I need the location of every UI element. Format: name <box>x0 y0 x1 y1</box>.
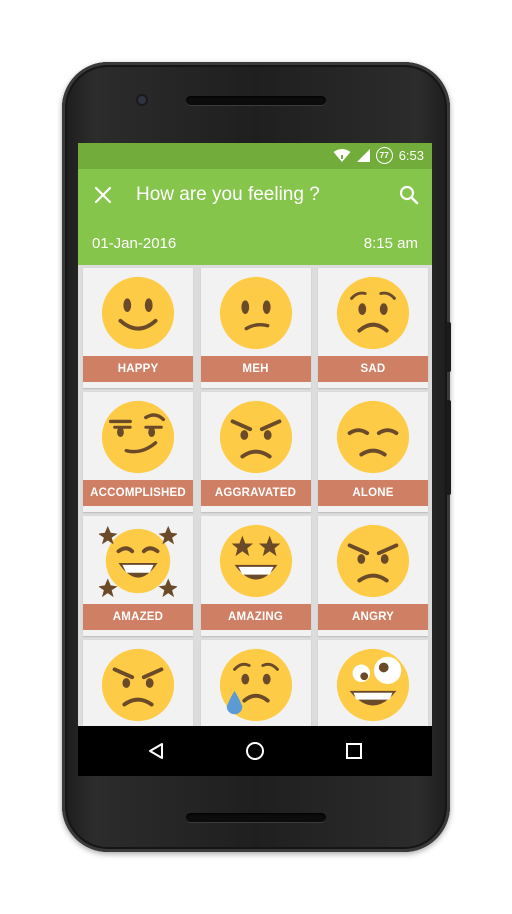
sad-face-icon <box>336 276 410 350</box>
star-struck-laughing-face-icon <box>99 525 177 598</box>
mood-tile[interactable]: AGGRAVATED <box>200 392 311 512</box>
search-icon[interactable] <box>398 184 420 206</box>
status-time: 6:53 <box>398 148 424 163</box>
zany-face-icon <box>336 648 410 722</box>
mood-label: AMAZING <box>200 604 311 630</box>
mood-tile[interactable]: AMAZING <box>200 516 311 636</box>
power-button <box>446 322 451 372</box>
front-camera <box>138 96 146 104</box>
mood-label: SAD <box>318 356 428 382</box>
star-eyes-face-icon <box>219 524 292 598</box>
mood-tile[interactable]: ALONE <box>318 392 428 512</box>
smirking-face-icon <box>101 400 175 474</box>
screen: 77 6:53 How are you feeling ? 01-Jan-201… <box>78 143 432 776</box>
smiling-face-icon <box>101 276 175 350</box>
navigation-bar <box>78 726 432 776</box>
sad-sweat-face-icon <box>219 648 292 722</box>
wifi-icon <box>333 148 351 162</box>
disappointed-face-icon <box>336 400 410 474</box>
app-bar: How are you feeling ? 01-Jan-2016 8:15 a… <box>78 169 432 265</box>
page-title: How are you feeling ? <box>136 184 320 205</box>
mood-tile[interactable]: HAPPY <box>83 268 193 388</box>
cell-signal-icon <box>356 149 370 162</box>
angry-face-icon <box>336 524 410 598</box>
mood-tile[interactable]: ANGRY <box>318 516 428 636</box>
mood-label: MEH <box>200 356 311 382</box>
angry-face-icon <box>101 648 175 722</box>
angry-face-icon <box>219 400 292 474</box>
mood-tile[interactable]: AMAZED <box>83 516 193 636</box>
mood-tile[interactable]: ACCOMPLISHED <box>83 392 193 512</box>
mood-label: AGGRAVATED <box>200 480 311 506</box>
mood-label: HAPPY <box>83 356 193 382</box>
volume-button <box>446 400 451 495</box>
mood-label: ACCOMPLISHED <box>83 480 193 506</box>
mood-label: ALONE <box>318 480 428 506</box>
entry-date[interactable]: 01-Jan-2016 <box>92 235 176 252</box>
recents-icon[interactable] <box>342 739 366 763</box>
top-speaker <box>186 96 326 105</box>
status-bar: 77 6:53 <box>78 143 432 169</box>
bottom-speaker <box>186 813 326 822</box>
mood-label: AMAZED <box>83 604 193 630</box>
home-icon[interactable] <box>243 739 267 763</box>
mood-label: ANGRY <box>318 604 428 630</box>
back-icon[interactable] <box>144 739 168 763</box>
mood-tile[interactable]: MEH <box>200 268 311 388</box>
mood-tile[interactable]: SAD <box>318 268 428 388</box>
battery-icon: 77 <box>375 147 393 164</box>
entry-time[interactable]: 8:15 am <box>364 235 418 252</box>
close-icon[interactable] <box>92 184 114 206</box>
confused-face-icon <box>219 276 292 350</box>
